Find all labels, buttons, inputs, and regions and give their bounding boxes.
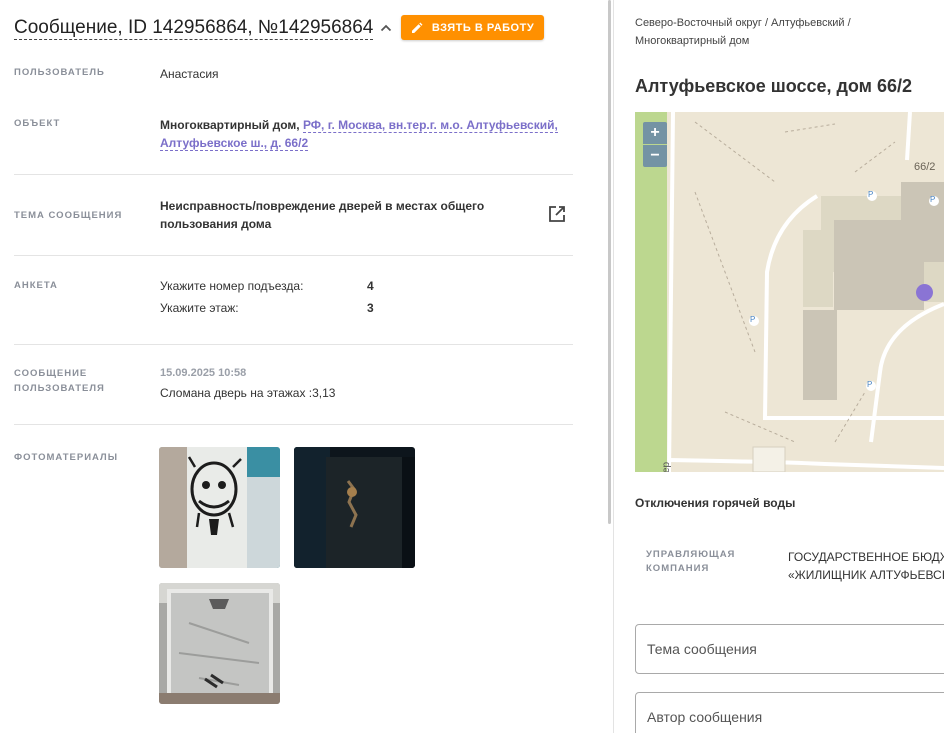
- photo-thumbnail[interactable]: [159, 447, 280, 568]
- map-road-label: ер: [661, 461, 673, 472]
- pencil-icon: [411, 22, 423, 33]
- divider: [14, 424, 573, 425]
- message-author-field[interactable]: Автор сообщения: [635, 692, 944, 733]
- object-label: ОБЪЕКТ: [14, 118, 61, 129]
- divider: [14, 344, 573, 345]
- map-view[interactable]: P P P P 66/2 ер + −: [635, 112, 944, 472]
- object-type: Многоквартирный дом,: [160, 118, 300, 132]
- survey-answer-floor: 3: [367, 301, 374, 315]
- photos-label: ФОТОМАТЕРИАЛЫ: [14, 452, 119, 463]
- message-author-placeholder: Автор сообщения: [647, 709, 763, 725]
- take-to-work-button[interactable]: ВЗЯТЬ В РАБОТУ: [401, 15, 544, 40]
- panel-divider: [613, 0, 614, 733]
- user-message-label: СООБЩЕНИЕ ПОЛЬЗОВАТЕЛЯ: [14, 366, 105, 396]
- user-message-label-line-2: ПОЛЬЗОВАТЕЛЯ: [14, 383, 105, 394]
- photo-thumbnail[interactable]: [294, 447, 415, 568]
- parking-icon: P: [750, 315, 756, 324]
- management-company-line-2: «ЖИЛИЩНИК АЛТУФЬЕВСІ: [788, 568, 944, 582]
- zoom-in-button[interactable]: +: [643, 122, 667, 144]
- management-company-value: ГОСУДАРСТВЕННОЕ БЮДЖ «ЖИЛИЩНИК АЛТУФЬЕВС…: [788, 548, 944, 584]
- parking-icon: P: [930, 195, 936, 204]
- breadcrumb-line-2[interactable]: Многоквартирный дом: [635, 35, 749, 47]
- take-to-work-label: ВЗЯТЬ В РАБОТУ: [431, 21, 535, 34]
- zoom-out-button[interactable]: −: [643, 145, 667, 167]
- message-timestamp: 15.09.2025 10:58: [160, 367, 247, 379]
- map-building-label: 66/2: [914, 161, 936, 173]
- message-topic-placeholder: Тема сообщения: [647, 641, 757, 657]
- request-title[interactable]: Сообщение, ID 142956864, №142956864: [14, 17, 374, 40]
- photo-thumbnail[interactable]: [159, 583, 280, 704]
- survey-question-entrance: Укажите номер подъезда:: [160, 279, 304, 293]
- topic-label: ТЕМА СООБЩЕНИЯ: [14, 210, 123, 221]
- object-value: Многоквартирный дом, РФ, г. Москва, вн.т…: [160, 116, 570, 152]
- divider: [14, 255, 573, 256]
- open-external-icon[interactable]: [547, 204, 567, 224]
- topic-value: Неисправность/повреждение дверей в места…: [160, 197, 540, 233]
- management-company-label-line-1: УПРАВЛЯЮЩАЯ: [646, 549, 736, 560]
- topic-line-1: Неисправность/повреждение дверей в места…: [160, 199, 485, 213]
- topic-line-2: пользования дома: [160, 217, 272, 231]
- object-address-link-1[interactable]: РФ, г. Москва, вн.тер.г. м.о. Алтуфьевск…: [302, 118, 558, 133]
- object-address-link-2[interactable]: Алтуфьевское ш., д. 66/2: [160, 136, 309, 151]
- user-value: Анастасия: [160, 67, 219, 81]
- management-company-line-1: ГОСУДАРСТВЕННОЕ БЮДЖ: [788, 550, 944, 564]
- message-text: Сломана дверь на этажах :3,13: [160, 386, 336, 400]
- chevron-up-icon[interactable]: [378, 20, 394, 36]
- message-topic-field[interactable]: Тема сообщения: [635, 624, 944, 674]
- breadcrumb-line-1[interactable]: Северо-Восточный округ / Алтуфьевский /: [635, 17, 851, 29]
- divider: [14, 174, 573, 175]
- map-location-marker[interactable]: [916, 284, 933, 301]
- parking-icon: P: [867, 380, 873, 389]
- parking-icon: P: [868, 190, 874, 199]
- scrollbar[interactable]: [608, 0, 611, 524]
- survey-question-floor: Укажите этаж:: [160, 301, 239, 315]
- management-company-label-line-2: КОМПАНИЯ: [646, 563, 710, 574]
- management-company-label: УПРАВЛЯЮЩАЯ КОМПАНИЯ: [646, 548, 735, 576]
- breadcrumb: Северо-Восточный округ / Алтуфьевский / …: [635, 14, 895, 50]
- survey-label: АНКЕТА: [14, 280, 58, 291]
- request-details-panel: Сообщение, ID 142956864, №142956864 ВЗЯТ…: [0, 0, 612, 733]
- user-label: ПОЛЬЗОВАТЕЛЬ: [14, 67, 105, 78]
- hot-water-outages-title[interactable]: Отключения горячей воды: [635, 496, 795, 510]
- request-header: Сообщение, ID 142956864, №142956864: [14, 14, 394, 42]
- address-title: Алтуфьевское шоссе, дом 66/2: [635, 76, 913, 96]
- user-message-label-line-1: СООБЩЕНИЕ: [14, 368, 88, 379]
- survey-answer-entrance: 4: [367, 279, 374, 293]
